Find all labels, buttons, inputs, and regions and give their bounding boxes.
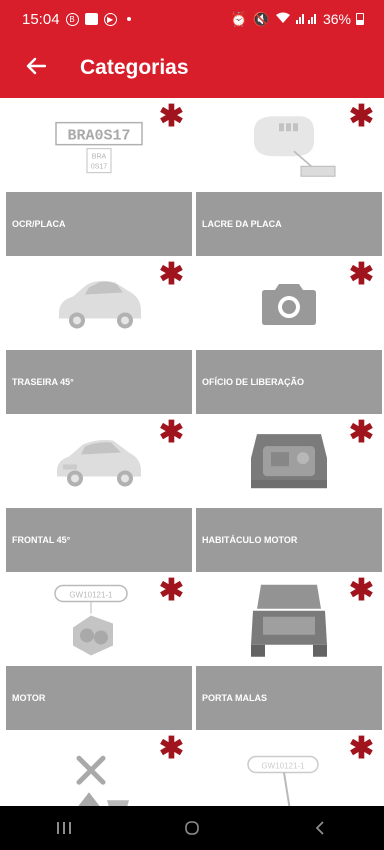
mute-icon: 🔇	[252, 10, 270, 27]
required-marker-icon: ✱	[348, 100, 374, 133]
back-arrow-icon[interactable]	[26, 56, 50, 80]
category-label-porta-malas[interactable]: PORTA MALAS	[196, 666, 382, 730]
category-label-lacre-da-placa[interactable]: LACRE DA PLACA	[196, 192, 382, 256]
wifi-icon	[275, 11, 291, 27]
camera-icon	[261, 280, 317, 331]
category-label-habitaculo-motor[interactable]: HABITÁCULO MOTOR	[196, 508, 382, 572]
plate-seal-icon	[239, 111, 339, 186]
category-label-frontal-45[interactable]: FRONTAL 45°	[6, 508, 192, 572]
engine-icon: GW10121-1	[51, 583, 147, 662]
battery-icon	[356, 13, 364, 25]
app-bar: Categorias	[0, 38, 384, 98]
home-icon	[185, 821, 199, 835]
car-front-icon	[53, 434, 145, 493]
required-marker-icon: ✱	[158, 416, 184, 449]
system-back-button[interactable]	[290, 806, 350, 850]
category-tile-frontal-45[interactable]: ✱	[6, 414, 192, 508]
page-title: Categorias	[80, 56, 189, 79]
alarm-icon: ⏰	[230, 10, 248, 27]
svg-text:BRA0S17: BRA0S17	[67, 128, 130, 145]
category-tile-lacre-da-placa[interactable]: ✱	[196, 98, 382, 192]
category-tile-porta-malas[interactable]: ✱	[196, 572, 382, 666]
engine-bay-icon	[247, 428, 331, 501]
category-tile-ocr-placa[interactable]: BRA0S17 BRA 0S17 ✱	[6, 98, 192, 192]
car-rear-icon	[53, 276, 145, 335]
battery-percent: 36%	[322, 11, 351, 27]
status-time: 15:04	[22, 10, 60, 28]
trunk-icon	[249, 581, 329, 666]
more-notifications-icon	[126, 17, 131, 21]
gallery-notification-icon	[84, 13, 98, 25]
category-tile-chassis[interactable]: GW10121-1 ✱	[196, 730, 382, 806]
category-tile-motor[interactable]: GW10121-1 ✱	[6, 572, 192, 666]
required-marker-icon: ✱	[158, 258, 184, 291]
signal-icon	[295, 11, 318, 27]
home-button[interactable]	[162, 806, 222, 850]
chassis-tag-icon: GW10121-1	[244, 753, 334, 806]
svg-text:BRA: BRA	[92, 154, 107, 161]
category-label-motor[interactable]: MOTOR	[6, 666, 192, 730]
svg-text:GW10121-1: GW10121-1	[69, 590, 113, 599]
category-tile-traseira-45[interactable]: ✱	[6, 256, 192, 350]
notification-b-icon: B	[65, 12, 79, 26]
required-marker-icon: ✱	[348, 732, 374, 765]
back-chevron-icon	[315, 821, 324, 835]
category-tile-tools[interactable]: ✱	[6, 730, 192, 806]
category-tile-habitaculo-motor[interactable]: ✱	[196, 414, 382, 508]
system-navigation-bar	[0, 806, 384, 850]
recent-apps-button[interactable]	[34, 806, 94, 850]
category-label-traseira-45[interactable]: TRASEIRA 45°	[6, 350, 192, 414]
required-marker-icon: ✱	[348, 258, 374, 291]
required-marker-icon: ✱	[158, 574, 184, 607]
svg-text:0S17: 0S17	[91, 164, 107, 171]
required-marker-icon: ✱	[158, 732, 184, 765]
required-marker-icon: ✱	[348, 416, 374, 449]
required-marker-icon: ✱	[158, 100, 184, 133]
status-bar: 15:04 B ▶ ⏰ 🔇 36%	[0, 0, 384, 38]
svg-text:GW10121-1: GW10121-1	[261, 762, 305, 771]
license-plate-icon: BRA0S17 BRA 0S17	[54, 117, 144, 180]
category-grid: BRA0S17 BRA 0S17 ✱ ✱ OCR/PLACA LACRE DA …	[6, 98, 384, 806]
play-notification-icon: ▶	[103, 12, 117, 26]
category-tile-oficio-de-liberacao[interactable]: ✱	[196, 256, 382, 350]
tools-icon	[59, 753, 139, 806]
recent-apps-icon	[57, 822, 71, 834]
category-label-ocr-placa[interactable]: OCR/PLACA	[6, 192, 192, 256]
required-marker-icon: ✱	[348, 574, 374, 607]
category-label-oficio-de-liberacao[interactable]: OFÍCIO DE LIBERAÇÃO	[196, 350, 382, 414]
